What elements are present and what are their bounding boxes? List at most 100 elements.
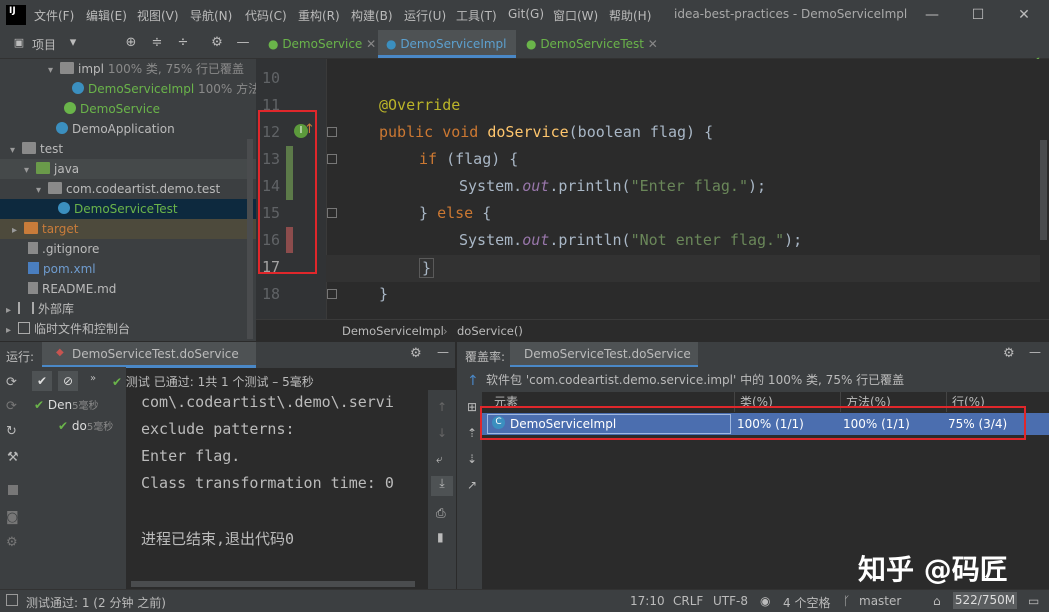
test-tree-item[interactable]: ✔ do5毫秒 (58, 418, 113, 433)
tree-item-target[interactable]: ▸ target (0, 219, 256, 239)
fold-icon[interactable] (327, 127, 337, 137)
menu-window[interactable]: 窗口(W) (553, 7, 598, 24)
locate-icon[interactable]: ⊕ (122, 34, 140, 52)
chevron-down-icon[interactable]: ▾ (64, 34, 82, 52)
console-line: 进程已结束,退出代码0 (141, 530, 295, 548)
tree-item-external-libs[interactable]: ▸ 外部库 (0, 299, 256, 319)
autoscroll-to-source-icon[interactable]: ⇡ (467, 426, 477, 440)
console-line: com\.codeartist\.demo\.servi (141, 393, 394, 411)
maven-icon (28, 262, 39, 274)
menu-tools[interactable]: 工具(T) (456, 7, 497, 24)
tree-item-demoservice[interactable]: DemoService (0, 99, 256, 119)
show-passed-icon[interactable]: ✔ (32, 371, 52, 391)
rerun-icon[interactable]: ⟳ (6, 375, 17, 390)
menu-build[interactable]: 构建(B) (351, 7, 393, 24)
hide-panel-icon[interactable]: — (1029, 345, 1041, 359)
up-arrow-icon[interactable]: ↑ (467, 373, 479, 389)
hide-panel-icon[interactable]: — (234, 34, 252, 52)
gear-icon[interactable]: ⚙ (208, 34, 226, 52)
tree-item-package[interactable]: ▾ com.codeartist.demo.test (0, 179, 256, 199)
tree-item-demoserviceimpl[interactable]: DemoServiceImpl 100% 方法 (0, 79, 256, 99)
lock-icon[interactable]: ⌂ (933, 594, 941, 608)
status-message[interactable]: 测试通过: 1 (2 分钟 之前) (26, 594, 166, 611)
status-bar: 测试通过: 1 (2 分钟 之前) 17:10 CRLF UTF-8 ◉ 4 个… (0, 589, 1049, 612)
scroll-to-end-icon[interactable]: ⤓ (431, 476, 453, 496)
toggle-autotest-icon[interactable]: ↻ (6, 424, 17, 439)
indent-setting[interactable]: 4 个空格 (783, 594, 830, 611)
editor-scrollbar[interactable] (1040, 140, 1047, 240)
export-icon[interactable]: ↗ (467, 478, 477, 492)
tree-item-demoservicetest[interactable]: DemoServiceTest (0, 199, 256, 219)
notifications-icon[interactable]: ▭ (1028, 594, 1039, 608)
code-line: } (379, 285, 389, 303)
run-tab[interactable]: ◆ DemoServiceTest.doService (42, 342, 256, 368)
menu-file[interactable]: 文件(F) (34, 7, 74, 24)
autoscroll-from-source-icon[interactable]: ⇣ (467, 452, 477, 466)
hide-panel-icon[interactable]: — (437, 345, 449, 359)
test-tree-item[interactable]: ✔ Den5毫秒 (34, 397, 99, 412)
down-arrow-icon[interactable]: ↓ (437, 426, 447, 440)
menu-code[interactable]: 代码(C) (245, 7, 287, 24)
fold-icon[interactable] (327, 208, 337, 218)
menu-help[interactable]: 帮助(H) (609, 7, 651, 24)
collapse-all-icon[interactable]: ÷ (174, 34, 192, 52)
breadcrumb-class[interactable]: DemoServiceImpl (342, 324, 444, 338)
project-label[interactable]: 项目 (32, 36, 56, 53)
panel-toggle-icon[interactable] (6, 594, 18, 606)
tree-item-scratches[interactable]: ▸ 临时文件和控制台 (0, 319, 256, 339)
run-config-icon: ◆ (56, 347, 64, 358)
file-encoding[interactable]: UTF-8 (713, 594, 748, 608)
fold-icon[interactable] (327, 289, 337, 299)
camera-icon[interactable]: ◙ (6, 510, 19, 525)
caret-position[interactable]: 17:10 (630, 594, 665, 608)
menu-run[interactable]: 运行(U) (404, 7, 446, 24)
tree-item-java[interactable]: ▾ java (0, 159, 256, 179)
package-icon (48, 182, 62, 194)
gear-icon[interactable]: ⚙ (410, 346, 422, 361)
rerun-failed-icon[interactable]: ⟳ (6, 399, 17, 414)
tree-item-impl[interactable]: ▾ impl 100% 类, 75% 行已覆盖 (0, 59, 256, 79)
git-branch[interactable]: master (859, 594, 901, 608)
coverage-tab-label: DemoServiceTest.doService (524, 347, 691, 361)
stop-icon[interactable] (8, 485, 18, 495)
menu-edit[interactable]: 编辑(E) (86, 7, 127, 24)
close-icon[interactable]: ✕ (1009, 4, 1039, 26)
coverage-tab[interactable]: DemoServiceTest.doService (510, 342, 698, 368)
tab-demoserviceimpl[interactable]: ● DemoServiceImpl ✕ (378, 30, 516, 79)
tree-item-test[interactable]: ▾ test (0, 139, 256, 159)
tab-demoservicetest[interactable]: ● DemoServiceTest ✕ (522, 30, 666, 58)
tree-item-demoapplication[interactable]: DemoApplication (0, 119, 256, 139)
class-icon (72, 82, 84, 94)
breadcrumb: DemoServiceImpl › doService() (256, 319, 1049, 342)
soft-wrap-icon[interactable]: ⤶ (436, 452, 443, 467)
breadcrumb-method[interactable]: doService() (457, 324, 523, 338)
tree-item-pom[interactable]: pom.xml (0, 259, 256, 279)
up-arrow-icon[interactable]: ↑ (437, 400, 447, 414)
settings-icon[interactable]: ⚙ (6, 535, 18, 550)
trash-icon[interactable]: ▮ (437, 530, 444, 544)
menu-navigate[interactable]: 导航(N) (190, 7, 232, 24)
tab-demoservice[interactable]: ● DemoService ✕ (262, 30, 380, 58)
print-icon[interactable]: ⎙ (436, 506, 446, 521)
wrench-icon[interactable]: ⚒ (7, 450, 19, 465)
minimize-icon[interactable]: — (917, 4, 947, 26)
tree-scrollbar[interactable] (247, 139, 253, 339)
line-separator[interactable]: CRLF (673, 594, 703, 608)
menu-view[interactable]: 视图(V) (137, 7, 179, 24)
fold-icon[interactable] (327, 154, 337, 164)
eye-icon[interactable]: ◉ (760, 594, 770, 608)
class-icon (58, 202, 70, 214)
run-label: 运行: (6, 350, 35, 364)
flatten-packages-icon[interactable]: ⊞ (467, 400, 477, 414)
gear-icon[interactable]: ⚙ (1003, 346, 1015, 361)
expand-all-icon[interactable]: ≑ (148, 34, 166, 52)
memory-indicator[interactable]: 522/750M (953, 592, 1017, 609)
menu-refactor[interactable]: 重构(R) (298, 7, 340, 24)
menu-git[interactable]: Git(G) (508, 7, 544, 21)
show-ignored-icon[interactable]: ⊘ (58, 371, 78, 391)
tree-item-gitignore[interactable]: .gitignore (0, 239, 256, 259)
tree-item-readme[interactable]: README.md (0, 279, 256, 299)
intellij-logo-icon[interactable]: IJ (6, 5, 26, 25)
maximize-icon[interactable]: ☐ (963, 4, 993, 26)
console-scrollbar[interactable] (131, 581, 415, 587)
